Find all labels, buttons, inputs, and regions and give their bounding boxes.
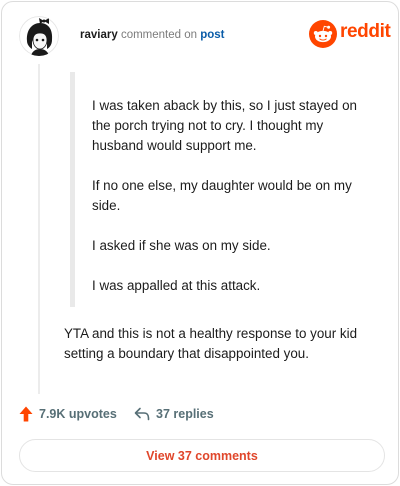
reddit-alien-icon [309,20,337,48]
action-text: commented on [120,29,198,41]
reddit-wordmark: reddit [340,21,391,42]
quote-paragraph: I was appalled at this attack. [92,278,261,293]
post-link[interactable]: post [200,29,224,41]
username-link[interactable]: raviary [80,29,118,41]
reply-count: 37 replies [156,407,214,421]
reply-button[interactable]: 37 replies [134,404,214,424]
avatar[interactable] [19,16,59,56]
reddit-logo[interactable]: reddit [309,20,391,48]
quote-paragraph: If no one else, my daughter would be on … [92,178,352,213]
view-comments-button[interactable]: View 37 comments [19,439,385,472]
comment-actions: 7.9K upvotes 37 replies [19,404,385,424]
comment-card: raviary commented on post reddit I was t… [1,1,399,485]
thread-line[interactable] [38,64,40,394]
comment-header: raviary commented on post reddit [19,16,391,56]
upvote-button[interactable]: 7.9K upvotes [19,404,117,424]
upvote-arrow-icon [19,406,33,422]
quote-paragraph: I asked if she was on my side. [92,238,271,253]
quote-paragraph: I was taken aback by this, so I just sta… [92,98,357,153]
comment-meta: raviary commented on post [80,28,225,42]
reply-arrow-icon [134,407,150,421]
avatar-illustration-icon [19,16,59,56]
quoted-text: I was taken aback by this, so I just sta… [92,96,372,296]
comment-body: YTA and this is not a healthy response t… [64,326,358,361]
upvote-count: 7.9K upvotes [39,407,117,421]
quote-bar [70,72,75,307]
